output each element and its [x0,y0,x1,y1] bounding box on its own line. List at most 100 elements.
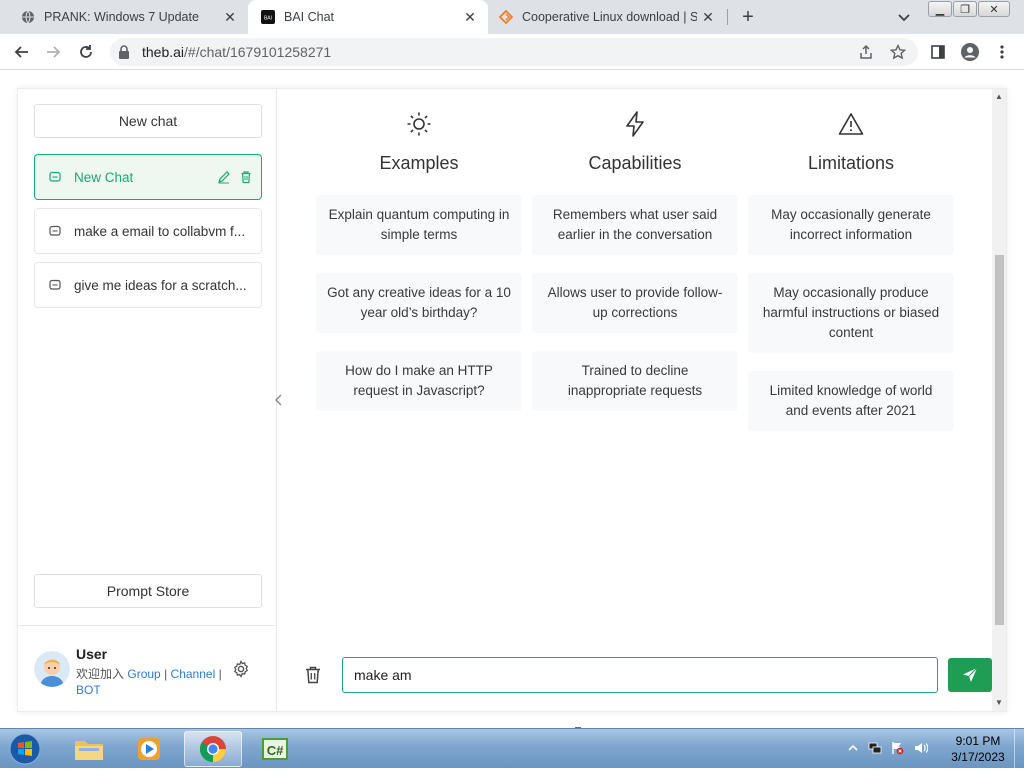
chat-bubble-icon [48,170,62,184]
show-hidden-icons-icon[interactable] [846,741,860,755]
close-icon[interactable]: ✕ [700,9,716,25]
group-link[interactable]: Group [127,667,160,681]
clock-time: 9:01 PM [955,734,1001,748]
user-panel: User 欢迎加入 Group | Channel | BOT [18,625,277,711]
chat-bubble-icon [48,278,62,292]
volume-icon[interactable] [914,741,929,755]
media-player-taskbar-button[interactable] [120,731,178,767]
chevron-down-icon[interactable] [896,9,912,25]
capability-card: Allows user to provide follow-up correct… [532,273,738,333]
svg-text:C#: C# [267,743,284,758]
chat-item-collabvm[interactable]: make a email to collabvm f... [34,208,262,254]
media-player-icon [138,738,160,760]
tab-title: BAI Chat [284,10,335,24]
example-card[interactable]: Explain quantum computing in simple term… [316,195,522,255]
avatar [34,651,70,687]
delete-icon[interactable] [239,170,253,184]
tab-title: PRANK: Windows 7 Update [44,10,199,24]
example-card[interactable]: Got any creative ideas for a 10 year old… [316,273,522,333]
menu-dots-icon[interactable] [992,42,1012,62]
chat-app: New chat New Chat make a email to collab… [17,88,1007,712]
url-text: theb.ai/#/chat/1679101258271 [142,44,332,60]
window-close-button[interactable]: ✕ [978,1,1010,17]
example-card[interactable]: How do I make an HTTP request in Javascr… [316,351,522,411]
bai-logo-icon: BAI [260,9,276,25]
scroll-down-arrow[interactable]: ▼ [992,697,1006,709]
welcome-text: 欢迎加入 [76,667,125,681]
chrome-icon [199,736,226,763]
globe-icon [20,9,36,25]
tab-strip: PRANK: Windows 7 Update ✕ BAI BAI Chat ✕… [0,0,1024,34]
chat-item-label: New Chat [74,169,134,185]
system-tray: 9:01 PM 3/17/2023 [840,729,1024,769]
message-input[interactable] [342,657,938,693]
clear-chat-icon[interactable] [304,665,322,685]
clock[interactable]: 9:01 PM 3/17/2023 [943,733,1013,765]
profile-icon[interactable] [960,42,980,62]
windows-taskbar: C# 9:01 PM 3/17/2023 [0,728,1024,769]
chat-item-label: make a email to collabvm f... [74,223,246,239]
csharp-icon: C# [262,738,288,760]
chat-main: Examples Explain quantum computing in si… [278,89,992,711]
scrollbar-thumb[interactable] [995,255,1004,625]
lock-icon [118,45,130,64]
scrollbar[interactable]: ▲ ▼ [992,89,1006,711]
reload-icon[interactable] [76,42,96,62]
capabilities-header: Capabilities [532,109,738,174]
new-tab-button[interactable]: + [738,7,758,27]
close-icon[interactable]: ✕ [222,9,238,25]
prompt-store-button[interactable]: Prompt Store [34,574,262,608]
chrome-taskbar-button[interactable] [184,731,242,767]
column-title: Limitations [807,153,895,173]
share-icon[interactable] [856,42,876,62]
sidebar: New chat New Chat make a email to collab… [18,89,277,711]
new-chat-button[interactable]: New chat [34,104,262,138]
chat-item-label: give me ideas for a scratch... [74,277,247,293]
limitation-card: May occasionally produce harmful instruc… [748,273,954,353]
tab-separator [727,9,728,25]
action-center-flag-icon[interactable] [890,741,904,755]
tab-title: Cooperative Linux download | So [522,10,697,24]
chat-item-new-chat[interactable]: New Chat [34,154,262,200]
show-desktop-button[interactable] [1014,729,1024,769]
tab-colinux[interactable]: Cooperative Linux download | So ✕ [488,0,726,34]
send-icon [963,667,978,682]
capability-card: Remembers what user said earlier in the … [532,195,738,255]
address-bar[interactable]: theb.ai/#/chat/1679101258271 [110,38,918,66]
limitation-card: May occasionally generate incorrect info… [748,195,954,255]
lightning-icon [532,109,738,139]
warning-icon [748,109,954,139]
browser-toolbar: theb.ai/#/chat/1679101258271 [0,34,1024,70]
chat-item-scratch[interactable]: give me ideas for a scratch... [34,262,262,308]
capability-card: Trained to decline inappropriate request… [532,351,738,411]
svg-text:BAI: BAI [264,16,272,22]
column-title: Capabilities [588,153,682,173]
side-panel-icon[interactable] [928,42,948,62]
start-button[interactable] [4,731,46,767]
gear-icon[interactable] [232,660,250,678]
explorer-taskbar-button[interactable] [60,731,118,767]
tab-bai-chat[interactable]: BAI BAI Chat ✕ [248,0,488,34]
link-separator: | [164,667,168,681]
forward-arrow-icon[interactable] [43,42,63,62]
bot-link[interactable]: BOT [76,683,101,697]
restore-button[interactable]: ❐ [953,1,977,17]
send-button[interactable] [948,658,992,692]
web-page: New chat New Chat make a email to collab… [0,71,1024,743]
folder-icon [75,741,103,760]
close-icon[interactable]: ✕ [462,9,478,25]
sun-icon [316,109,522,139]
limitations-header: Limitations [748,109,954,174]
channel-link[interactable]: Channel [171,667,216,681]
tab-prank[interactable]: PRANK: Windows 7 Update ✕ [0,0,248,34]
edit-icon[interactable] [217,170,231,184]
network-icon[interactable] [868,741,882,755]
back-arrow-icon[interactable] [12,42,32,62]
link-separator: | [218,667,222,681]
minimize-button[interactable]: ▁ [928,1,952,17]
csharp-taskbar-button[interactable]: C# [246,731,304,767]
sourceforge-icon [498,9,514,25]
clock-date: 3/17/2023 [951,750,1005,764]
scroll-up-arrow[interactable]: ▲ [992,91,1006,103]
star-icon[interactable] [888,42,908,62]
